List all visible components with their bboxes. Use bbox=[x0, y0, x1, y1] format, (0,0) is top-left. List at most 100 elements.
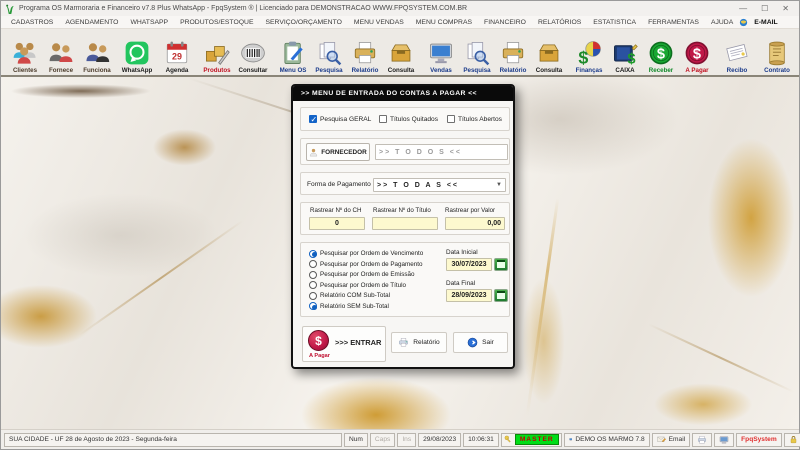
computer-icon bbox=[568, 438, 573, 441]
forma-pagamento-select[interactable]: >> T O D A S << ▼ bbox=[373, 178, 506, 192]
toolbar-relatorio-os[interactable]: Relatório bbox=[347, 30, 383, 75]
menu-financeiro[interactable]: FINANCEIRO bbox=[478, 19, 532, 26]
rastrear-group: Rastrear Nº do CH Rastrear Nº do Título … bbox=[300, 202, 510, 235]
toolbar-financas[interactable]: $ Finanças bbox=[571, 30, 607, 75]
menu-whatsapp[interactable]: WHATSAPP bbox=[124, 19, 174, 26]
radio-circle[interactable] bbox=[309, 281, 317, 289]
toolbar: Clientes Fornece Funciona WhatsApp 29 Ag… bbox=[1, 29, 799, 77]
radio-label: Pesquisar por Ordem de Emissão bbox=[320, 271, 415, 278]
radio-circle[interactable] bbox=[309, 291, 317, 300]
sair-button[interactable]: Sair bbox=[453, 332, 508, 353]
toolbar-label: Vendas bbox=[430, 67, 452, 74]
radio-circle[interactable] bbox=[309, 260, 317, 268]
toolbar-recibo[interactable]: Recibo bbox=[719, 30, 755, 75]
exit-arrow-icon bbox=[467, 337, 478, 348]
radio-relatorio-com-subtotal[interactable]: Relatório COM Sub-Total bbox=[309, 291, 390, 300]
toolbar-produtos[interactable]: Produtos bbox=[199, 30, 235, 75]
app-logo-icon bbox=[6, 4, 14, 14]
toolbar-menu-os[interactable]: Menu OS bbox=[275, 30, 311, 75]
status-lock-panel bbox=[783, 432, 800, 447]
fornecedor-button[interactable]: FORNECEDOR bbox=[306, 143, 370, 161]
toolbar-whatsapp[interactable]: WhatsApp bbox=[119, 30, 155, 75]
status-email-panel[interactable]: Email bbox=[651, 432, 691, 447]
chevron-down-icon[interactable]: ▼ bbox=[496, 182, 502, 188]
toolbar-contrato[interactable]: Contrato bbox=[759, 30, 795, 75]
menu-ferramentas[interactable]: FERRAMENTAS bbox=[642, 19, 705, 26]
toolbar-vendas[interactable]: Vendas bbox=[423, 30, 459, 75]
rastrear-valor-label: Rastrear por Valor bbox=[445, 207, 496, 214]
checkbox-titulos-abertos[interactable]: Títulos Abertos bbox=[447, 115, 502, 123]
toolbar-agenda[interactable]: 29 Agenda bbox=[159, 30, 195, 75]
toolbar-label: Relatório bbox=[499, 67, 527, 74]
rastrear-titulo-field[interactable] bbox=[372, 217, 438, 230]
status-time: 10:06:31 bbox=[463, 432, 499, 447]
status-app-panel: DEMO OS MARMO 7.8 bbox=[563, 432, 650, 447]
status-user-badge: MASTER bbox=[514, 434, 559, 445]
checkbox-pesquisa-geral[interactable]: Pesquisa GERAL bbox=[309, 115, 372, 124]
toolbar-clientes[interactable]: Clientes bbox=[7, 30, 43, 75]
entrar-button-label: >>> ENTRAR bbox=[335, 338, 382, 347]
toolbar-label: Menu OS bbox=[279, 67, 307, 74]
radio-ordem-pagamento[interactable]: Pesquisar por Ordem de Pagamento bbox=[309, 260, 423, 269]
checkbox-titulos-quitados[interactable]: Títulos Quitados bbox=[379, 115, 438, 123]
checkbox-group: Pesquisa GERAL Títulos Quitados Títulos … bbox=[300, 107, 510, 131]
toolbar-consulta-os[interactable]: Consulta bbox=[383, 30, 419, 75]
data-inicial-calendar-button[interactable] bbox=[494, 258, 508, 271]
status-brand: FpqSystem bbox=[736, 432, 782, 447]
menu-agendamento[interactable]: AGENDAMENTO bbox=[59, 19, 124, 26]
toolbar-label: Agenda bbox=[165, 67, 189, 74]
toolbar-consulta-vendas[interactable]: Consulta bbox=[531, 30, 567, 75]
menu-cadastros[interactable]: CADASTROS bbox=[5, 19, 59, 26]
status-monitor-panel[interactable] bbox=[714, 432, 735, 447]
radio-circle[interactable] bbox=[309, 302, 317, 310]
minimize-button[interactable]: — bbox=[739, 1, 747, 16]
toolbar-relatorio-vendas[interactable]: Relatório bbox=[495, 30, 531, 75]
data-inicial-field[interactable]: 30/07/2023 bbox=[446, 258, 492, 271]
toolbar-pesquisa-vendas[interactable]: Pesquisa bbox=[459, 30, 495, 75]
radio-circle[interactable] bbox=[309, 249, 317, 258]
checkbox-box[interactable] bbox=[447, 115, 455, 123]
checkbox-label: Pesquisa GERAL bbox=[320, 115, 372, 123]
pay-dollar-icon: $ bbox=[308, 330, 329, 351]
menu-ajuda[interactable]: AJUDA bbox=[705, 19, 739, 26]
menu-compras[interactable]: MENU COMPRAS bbox=[410, 19, 478, 26]
radio-ordem-vencimento[interactable]: Pesquisar por Ordem de Vencimento bbox=[309, 249, 423, 258]
data-final-field[interactable]: 28/09/2023 bbox=[446, 289, 492, 302]
toolbar-fornece[interactable]: Fornece bbox=[43, 30, 79, 75]
menu-email[interactable]: E-MAIL bbox=[748, 19, 783, 26]
toolbar-pesquisa-os[interactable]: Pesquisa bbox=[311, 30, 347, 75]
toolbar-consultar[interactable]: Consultar bbox=[235, 30, 271, 75]
close-button[interactable]: ✕ bbox=[782, 1, 789, 16]
toolbar-a-pagar[interactable]: $ A Pagar bbox=[679, 30, 715, 75]
rastrear-ch-field[interactable]: 0 bbox=[309, 217, 365, 230]
rastrear-valor-field[interactable]: 0,00 bbox=[445, 217, 505, 230]
menu-vendas[interactable]: MENU VENDAS bbox=[348, 19, 410, 26]
fornecedor-value-field[interactable]: >> T O D O S << bbox=[375, 144, 508, 160]
status-printer-panel[interactable] bbox=[692, 432, 713, 447]
radio-relatorio-sem-subtotal[interactable]: Relatório SEM Sub-Total bbox=[309, 302, 389, 311]
toolbar-funciona[interactable]: Funciona bbox=[79, 30, 115, 75]
checkbox-box[interactable] bbox=[309, 115, 317, 124]
marble-vein bbox=[648, 323, 794, 393]
maximize-button[interactable]: ☐ bbox=[761, 1, 768, 16]
toolbar-caixa[interactable]: $ CAIXA bbox=[607, 30, 643, 75]
window-title: Programa OS Marmoraria e Financeiro v7.8… bbox=[19, 5, 468, 12]
radio-circle[interactable] bbox=[309, 270, 317, 279]
toolbar-receber[interactable]: $ Receber bbox=[643, 30, 679, 75]
relatorio-button[interactable]: Relatório bbox=[391, 332, 447, 353]
status-location: SUA CIDADE - UF 28 de Agosto de 2023 - S… bbox=[4, 432, 342, 447]
data-final-label: Data Final bbox=[446, 280, 476, 287]
menu-estatistica[interactable]: ESTATISTICA bbox=[587, 19, 642, 26]
checkbox-box[interactable] bbox=[379, 115, 387, 123]
menu-relatorios[interactable]: RELATÓRIOS bbox=[532, 19, 587, 26]
menu-servico-orcamento[interactable]: SERVIÇO/ORÇAMENTO bbox=[259, 19, 347, 26]
radio-ordem-titulo[interactable]: Pesquisar por Ordem de Título bbox=[309, 281, 406, 290]
options-group: Pesquisar por Ordem de Vencimento Pesqui… bbox=[300, 242, 510, 317]
status-app-name: DEMO OS MARMO 7.8 bbox=[575, 436, 645, 443]
entrar-button[interactable]: $ >>> ENTRAR A Pagar bbox=[302, 326, 386, 362]
menu-produtos-estoque[interactable]: PRODUTOS/ESTOQUE bbox=[174, 19, 259, 26]
data-inicial-label: Data Inicial bbox=[446, 249, 478, 256]
relatorio-button-label: Relatório bbox=[413, 339, 440, 346]
data-final-calendar-button[interactable] bbox=[494, 289, 508, 302]
radio-ordem-emissao[interactable]: Pesquisar por Ordem de Emissão bbox=[309, 270, 415, 279]
